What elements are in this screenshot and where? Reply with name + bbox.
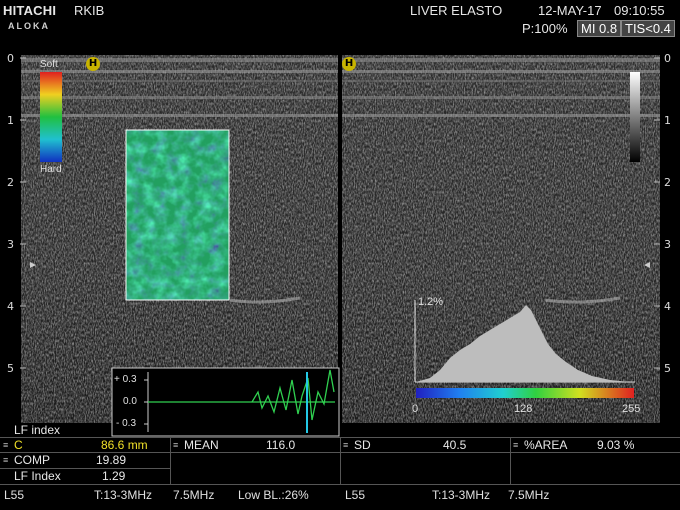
strain-graph bbox=[111, 367, 340, 437]
depth-label-right-4: 4 bbox=[664, 300, 671, 313]
row-bullet-icon: ≡ bbox=[513, 440, 519, 450]
histogram-tick-0: 0 bbox=[412, 403, 419, 415]
elasto-soft-label: Soft bbox=[40, 59, 58, 70]
table-divider bbox=[510, 437, 511, 484]
lf-index-label: LF Index bbox=[14, 469, 61, 483]
depth-label-left-0: 0 bbox=[7, 52, 14, 65]
ultrasound-images bbox=[20, 55, 660, 437]
mean-value: 116.0 bbox=[266, 438, 296, 452]
depth-label-left-3: 3 bbox=[7, 238, 14, 251]
row-bullet-icon: ≡ bbox=[3, 455, 9, 465]
area-value: 9.03 % bbox=[597, 438, 635, 452]
orientation-marker-icon-right: H bbox=[342, 57, 356, 71]
row-bullet-icon: ≡ bbox=[343, 440, 349, 450]
depth-label-left-1: 1 bbox=[7, 114, 14, 127]
orientation-marker-icon-left: H bbox=[86, 57, 100, 71]
table-divider bbox=[170, 437, 171, 484]
strain-tick-zero: 0.0 bbox=[123, 396, 137, 407]
histogram-peak-label: 1.2% bbox=[418, 296, 444, 308]
table-divider bbox=[0, 484, 680, 485]
depth-label-right-5: 5 bbox=[664, 362, 671, 375]
depth-label-right-3: 3 bbox=[664, 238, 671, 251]
sd-label: SD bbox=[354, 438, 371, 452]
table-divider bbox=[340, 437, 341, 484]
depth-label-right-1: 1 bbox=[664, 114, 671, 127]
freq-range-left: T:13-3MHz bbox=[94, 488, 153, 502]
comp-label: COMP bbox=[14, 453, 50, 467]
row-bullet-icon: ≡ bbox=[173, 440, 179, 450]
area-label: %AREA bbox=[524, 438, 568, 452]
strain-tick-plus: + 0.3 bbox=[114, 374, 137, 385]
sd-value: 40.5 bbox=[443, 438, 467, 452]
gray-scale-bar bbox=[630, 72, 640, 162]
baseline-readout: Low BL.:26% bbox=[238, 488, 309, 502]
freq-range-right: T:13-3MHz bbox=[432, 488, 491, 502]
probe-right: L55 bbox=[345, 488, 366, 502]
freq-right: 7.5MHz bbox=[508, 488, 550, 502]
freq-left: 7.5MHz bbox=[173, 488, 215, 502]
c-label: C bbox=[14, 438, 23, 452]
histogram-tick-255: 255 bbox=[622, 403, 641, 415]
c-value: 86.6 mm bbox=[101, 438, 148, 452]
mean-label: MEAN bbox=[184, 438, 219, 452]
histogram-tick-128: 128 bbox=[514, 403, 533, 415]
probe-left: L55 bbox=[4, 488, 25, 502]
comp-value: 19.89 bbox=[96, 453, 127, 467]
elasto-color-scale bbox=[40, 72, 62, 162]
row-bullet-icon: ≡ bbox=[3, 440, 9, 450]
elasto-roi bbox=[125, 129, 230, 301]
elasto-hard-label: Hard bbox=[40, 164, 62, 175]
depth-label-right-2: 2 bbox=[664, 176, 671, 189]
depth-label-left-2: 2 bbox=[7, 176, 14, 189]
table-title: LF index bbox=[14, 423, 61, 437]
depth-label-left-5: 5 bbox=[7, 362, 14, 375]
depth-label-left-4: 4 bbox=[7, 300, 14, 313]
lf-index-value: 1.29 bbox=[102, 469, 126, 483]
strain-tick-minus: - 0.3 bbox=[116, 418, 137, 429]
ultrasound-screen: { "header": { "brand": "HITACHI", "brand… bbox=[0, 0, 680, 510]
histogram-color-bar bbox=[416, 388, 634, 398]
depth-label-right-0: 0 bbox=[664, 52, 671, 65]
